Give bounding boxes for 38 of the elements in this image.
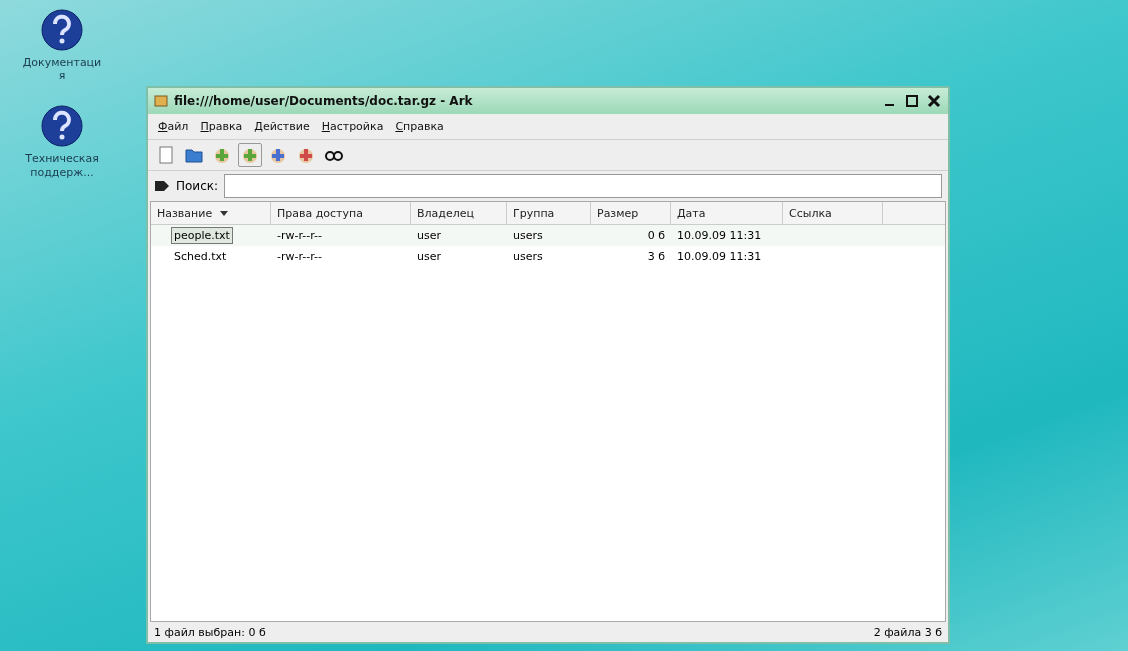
table-cell-text: 3 б <box>646 250 666 263</box>
table-cell-text: -rw-r--r-- <box>276 229 323 242</box>
file-name: people.txt <box>171 227 233 244</box>
app-icon <box>154 94 168 108</box>
search-field[interactable] <box>224 174 942 198</box>
file-name: Sched.txt <box>173 249 228 265</box>
column-header[interactable]: Права доступа <box>271 202 411 224</box>
table-cell-text: user <box>416 250 442 263</box>
status-text: 2 файла 3 б <box>873 625 942 639</box>
column-header[interactable]: Название <box>151 202 271 224</box>
menu-item[interactable]: Настройка <box>317 118 388 135</box>
table-cell-text: 10.09.09 11:31 <box>676 250 763 263</box>
table-cell-text: -rw-r--r-- <box>276 250 323 263</box>
status-text: 1 файл выбран: 0 б <box>154 625 266 639</box>
help-icon[interactable] <box>40 104 84 149</box>
column-header[interactable]: Владелец <box>411 202 507 224</box>
search-label: Поиск: <box>176 179 219 193</box>
window-title: file:///home/user/Documents/doc.tar.gz - Ark <box>174 94 474 108</box>
table-cell-text: users <box>512 250 544 263</box>
table-cell-text: 10.09.09 11:31 <box>676 229 763 242</box>
help-icon[interactable] <box>40 8 84 52</box>
table-cell-text: users <box>512 229 544 242</box>
maximize-icon[interactable] <box>904 93 920 109</box>
tag-icon <box>154 180 170 192</box>
desktop-icon-label: Документация <box>21 56 103 83</box>
menu-item[interactable]: Правка <box>196 118 247 135</box>
column-header[interactable]: Ссылка <box>783 202 883 224</box>
table-cell-text: 0 б <box>646 229 666 242</box>
desktop-icon-label: Техническая поддерж... <box>24 152 100 179</box>
table-cell-text: user <box>416 229 442 242</box>
column-header[interactable]: Размер <box>591 202 671 224</box>
column-header[interactable]: Дата <box>671 202 783 224</box>
column-header[interactable]: Группа <box>507 202 591 224</box>
menu-item[interactable]: Действие <box>250 118 314 135</box>
menu-item[interactable]: Файл <box>154 118 193 135</box>
close-icon[interactable] <box>926 93 942 109</box>
menu-item[interactable]: Справка <box>391 118 448 135</box>
file-row[interactable]: people.txt -rw-r--r-- user users 0 б 10.09.09 11:31 <box>151 225 945 246</box>
